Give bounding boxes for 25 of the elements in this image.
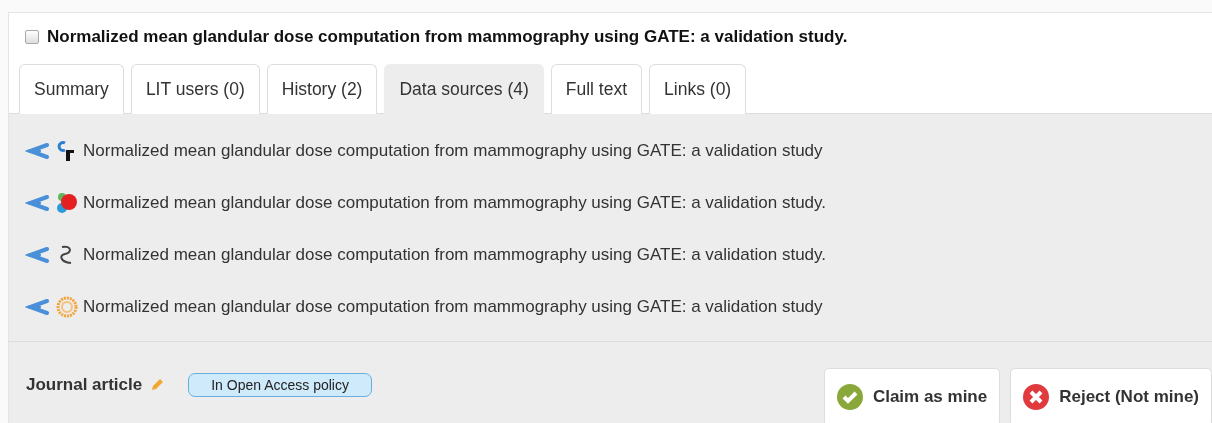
tab[interactable]: Data sources (4) [384,64,544,114]
ring-icon [56,296,78,318]
tab[interactable]: Full text [550,64,643,114]
tab[interactable]: Summary [19,64,124,114]
open-access-badge: In Open Access policy [188,373,372,397]
source-title: Normalized mean glandular dose computation from mammography using GATE: a validation study [83,141,823,161]
source-title: Normalized mean glandular dose computation from mammography using GATE: a validation study [83,297,823,317]
share-icon[interactable] [25,245,51,265]
share-icon[interactable] [25,297,51,317]
check-icon [836,384,863,410]
share-icon[interactable] [25,141,51,161]
record-title: Normalized mean glandular dose computation from mammography using GATE: a validation study. [47,27,848,47]
publication-type: Journal article [26,375,143,395]
tab[interactable]: LIT users (0) [130,64,260,114]
pencil-icon[interactable] [150,378,165,392]
claim-button[interactable]: Claim as mine [823,368,1001,423]
tab[interactable]: Links (0) [649,64,747,114]
share-icon[interactable] [25,193,51,213]
checkbox[interactable] [25,30,39,44]
reject-button[interactable]: Reject (Not mine) [1010,368,1212,423]
tab[interactable]: History (2) [266,64,378,114]
source-title: Normalized mean glandular dose computation from mammography using GATE: a validation study. [83,245,826,265]
close-icon [1023,384,1050,410]
dots-icon [56,192,78,214]
source-title: Normalized mean glandular dose computation from mammography using GATE: a validation study. [83,193,826,213]
